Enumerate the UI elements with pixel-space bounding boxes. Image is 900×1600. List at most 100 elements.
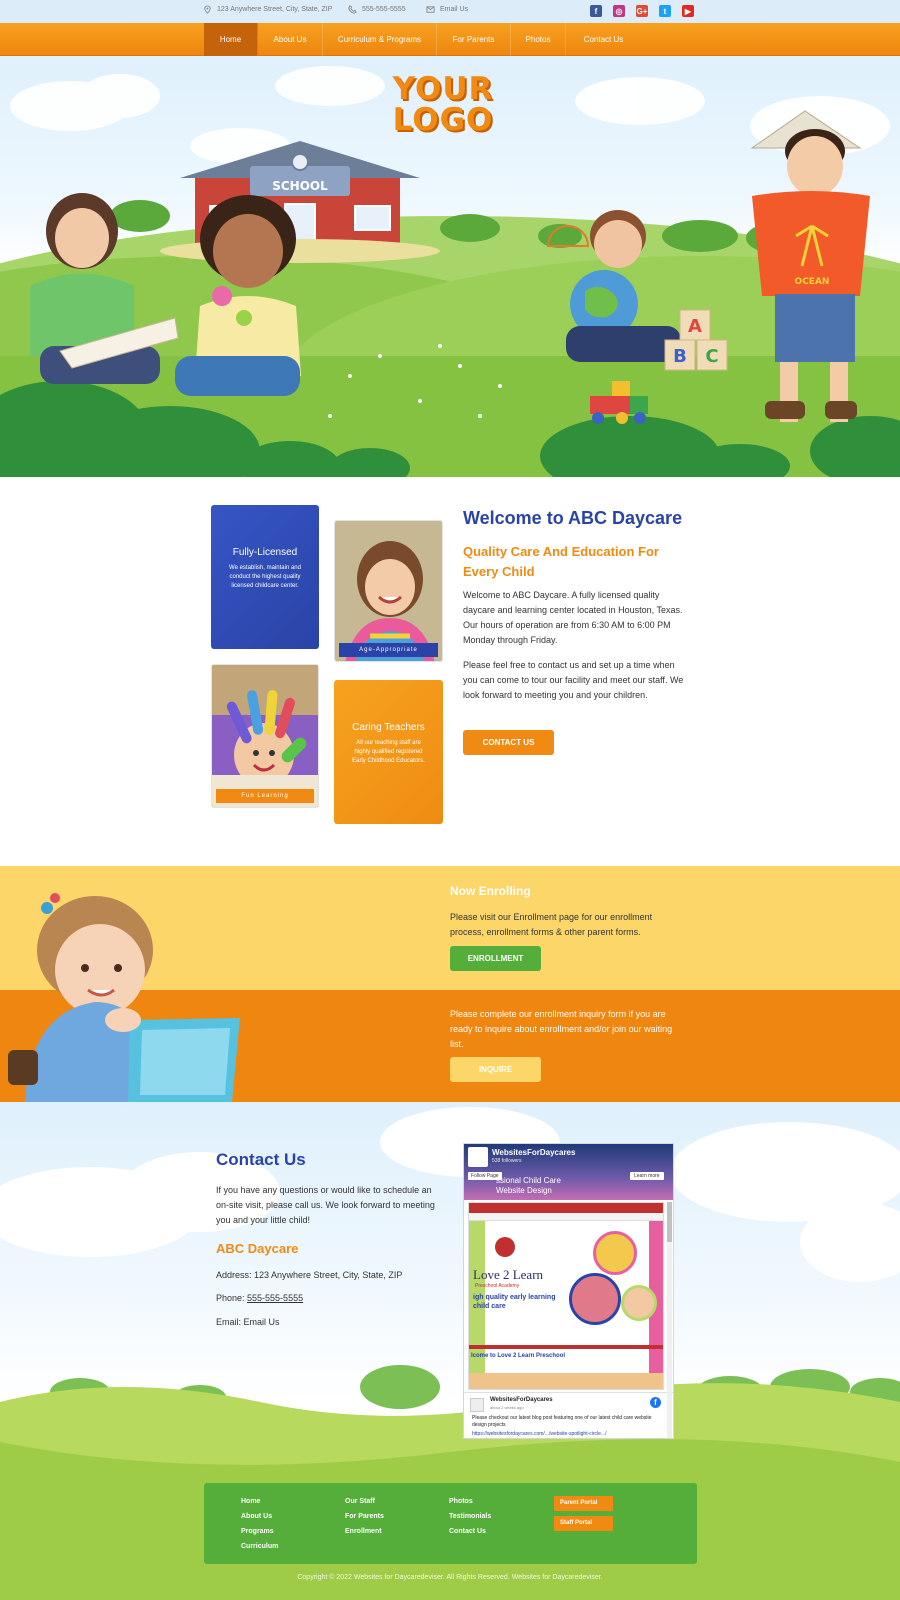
enrollment-button[interactable]: ENROLLMENT [450,946,541,971]
fb-website-screenshot: Love 2 Learn Preschool Academy igh quali… [468,1202,664,1390]
card-caring-teachers: Caring Teachers All our teaching staff a… [334,680,443,824]
learn-more-button[interactable]: Learn more [630,1172,664,1180]
email-link[interactable]: Email Us [244,1317,280,1327]
address-text: 123 Anywhere Street, City, State, ZIP [217,6,333,13]
card-teachers-text: All our teaching staff are highly qualif… [352,740,425,764]
block-c: C [705,346,718,367]
card-licensed-text: We establish, maintain and conduct the h… [229,565,301,589]
nav-for-parents[interactable]: For Parents [437,23,511,56]
fb-banner-text-2: Website Design [496,1186,552,1195]
email-info[interactable]: Email Us [426,5,468,14]
phone-info[interactable]: 555-555-5555 [348,5,406,14]
fb-followers: 538 followers [492,1158,522,1164]
phone-link[interactable]: 555-555-5555 [247,1293,303,1303]
site-nav [469,1213,663,1221]
welcome-subtitle: Quality Care And Education For Every Chi… [463,544,659,579]
facebook-header: WebsitesForDaycares 538 followers ssiona… [464,1144,673,1200]
footer-link-programs[interactable]: Programs [241,1524,278,1539]
email-text[interactable]: Email Us [440,6,468,13]
youtube-icon[interactable]: ▶ [682,5,694,17]
inquiry-paragraph: Please complete our enrollment inquiry f… [450,1009,673,1049]
site-sub: Preschool Academy [475,1283,520,1289]
card-fun-learning: Fun Learning [211,664,319,808]
site-name: Love 2 Learn [473,1267,544,1282]
site-divider [469,1345,663,1349]
main-navigation: Home About Us Curriculum & Programs For … [0,23,900,56]
facebook-page-widget[interactable]: WebsitesForDaycares 538 followers ssiona… [463,1143,674,1439]
envelope-icon [426,6,435,13]
post-avatar [470,1398,484,1412]
contact-email: Email: Email Us [216,1317,280,1327]
page-avatar [468,1147,488,1167]
footer-link-photos[interactable]: Photos [449,1494,491,1509]
card-licensed-title: Fully-Licensed [232,547,298,558]
footer-link-curriculum[interactable]: Curriculum [241,1539,278,1554]
post-author[interactable]: WebsitesForDaycares [490,1397,553,1403]
caption-fun-learning: Fun Learning [216,789,314,803]
parent-portal-button[interactable]: Parent Portal [554,1496,613,1511]
site-topbar [469,1203,663,1213]
enrollment-title: Now Enrolling [450,884,531,898]
logo-line-2: LOGO [392,102,494,138]
facebook-logo-icon: f [650,1397,661,1408]
fb-latest-post[interactable]: WebsitesForDaycares about 2 weeks ago f … [464,1392,673,1438]
site-photo-circle-2 [569,1273,621,1325]
welcome-title: Welcome to ABC Daycare [463,508,683,528]
site-logo[interactable]: YOUR LOGO [388,74,498,136]
post-link[interactable]: https://websitesfordaycares.com/.../webs… [472,1431,607,1437]
footer-link-contact-us[interactable]: Contact Us [449,1524,491,1539]
post-time: about 2 weeks ago [490,1405,524,1410]
post-text: Please checkout our latest blog post fea… [472,1415,652,1428]
phone-text[interactable]: 555-555-5555 [362,6,406,13]
footer-link-home[interactable]: Home [241,1494,278,1509]
follow-page-button[interactable]: Follow Page [468,1172,502,1180]
school-sign: SCHOOL [272,179,328,193]
phone-label: Phone: [216,1293,248,1303]
fb-banner-text: ssional Child Care [496,1176,561,1185]
footer-column-1: Home About Us Programs Curriculum [241,1494,278,1554]
contact-paragraph: If you have any questions or would like … [216,1185,435,1225]
twitter-icon[interactable]: t [659,5,671,17]
card-age-appropriate: Age-Appropriate [334,520,443,662]
facebook-icon[interactable]: f [590,5,602,17]
child-with-tablet-photo [8,893,240,1102]
block-b: B [673,346,687,367]
social-links: f ◎ G+ t ▶ [590,5,694,17]
site-photo-circle-3 [621,1285,657,1321]
footer-links-box: Home About Us Programs Curriculum Our St… [204,1483,697,1564]
footer-column-2: Our Staff For Parents Enrollment [345,1494,384,1539]
welcome-paragraph-2: Please feel free to contact us and set u… [463,660,684,700]
enrollment-paragraph: Please visit our Enrollment page for our… [450,912,653,937]
footer-link-testimonials[interactable]: Testimonials [449,1509,491,1524]
footer-link-enrollment[interactable]: Enrollment [345,1524,384,1539]
site-logo-heart-icon [495,1237,515,1257]
instagram-icon[interactable]: ◎ [613,5,625,17]
footer-link-our-staff[interactable]: Our Staff [345,1494,384,1509]
caption-age-appropriate: Age-Appropriate [339,643,438,657]
fb-scrollbar-thumb[interactable] [667,1202,672,1242]
nav-photos[interactable]: Photos [511,23,566,56]
footer-link-for-parents[interactable]: For Parents [345,1509,384,1524]
staff-portal-button[interactable]: Staff Portal [554,1516,613,1531]
fb-page-name[interactable]: WebsitesForDaycares [492,1148,575,1157]
contact-us-button[interactable]: CONTACT US [463,730,554,755]
fb-scrollbar[interactable] [667,1202,672,1438]
footer-link-about-us[interactable]: About Us [241,1509,278,1524]
phone-icon [348,5,357,14]
address-info: 123 Anywhere Street, City, State, ZIP [203,5,332,14]
card-teachers-title: Caring Teachers [352,722,425,733]
painted-hand-photo [212,665,318,807]
site-tagline: igh quality early learning child care [473,1294,556,1310]
google-plus-icon[interactable]: G+ [636,5,648,17]
site-welcome: lcome to Love 2 Learn Preschool [471,1353,566,1359]
nav-about-us[interactable]: About Us [258,23,323,56]
welcome-paragraph-1: Welcome to ABC Daycare. A fully licensed… [463,590,683,645]
nav-contact-us[interactable]: Contact Us [566,23,641,56]
contact-subtitle: ABC Daycare [216,1241,299,1256]
nav-curriculum-programs[interactable]: Curriculum & Programs [323,23,437,56]
nav-home[interactable]: Home [204,23,258,56]
block-a: A [688,316,702,337]
site-photo-circle-1 [593,1231,637,1275]
logo-line-1: YOUR [392,71,494,107]
inquire-button[interactable]: INQUIRE [450,1057,541,1082]
